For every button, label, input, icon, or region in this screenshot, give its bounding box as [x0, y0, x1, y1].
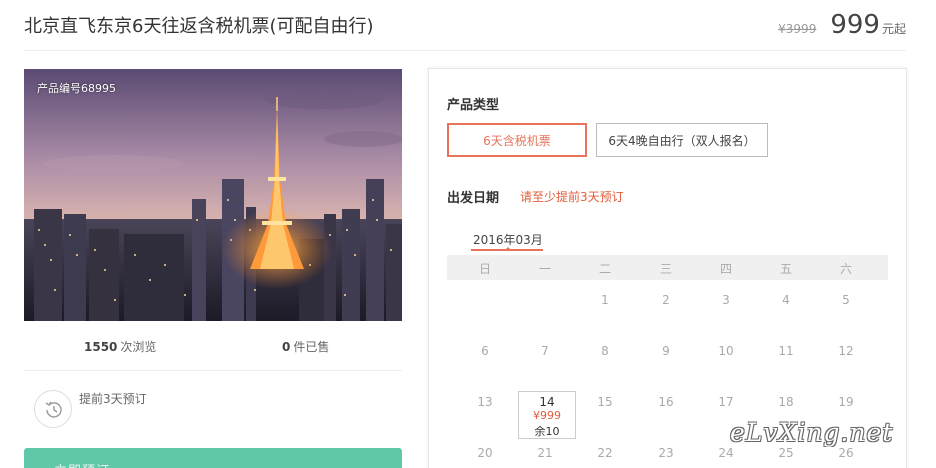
calendar-day: 12 [838, 344, 854, 358]
calendar-day: 15 [597, 395, 613, 409]
product-photo[interactable]: 产品编号68995 [24, 69, 402, 321]
price-unit: 元起 [881, 22, 906, 36]
book-now-button[interactable]: 立即预订 [24, 448, 402, 468]
calendar-day: 23 [658, 446, 674, 460]
advance-booking-text: 提前3天预订 [79, 392, 147, 406]
weekday-tue: 二 [598, 262, 611, 276]
calendar-day: 20 [477, 446, 493, 460]
booking-panel: 产品类型 6天含税机票 6天4晚自由行（双人报名） 出发日期 请至少提前3天预订… [428, 68, 907, 468]
calendar-day: 4 [782, 293, 790, 307]
clock-icon [34, 390, 72, 428]
booking-hint: 请至少提前3天预订 [520, 190, 624, 204]
calendar-day: 17 [718, 395, 734, 409]
month-tab[interactable]: 2016年03月 [473, 231, 543, 248]
calendar-day: 1 [601, 293, 609, 307]
calendar-day: 22 [597, 446, 613, 460]
calendar-day: 13 [477, 395, 493, 409]
day-number: 14 [539, 395, 555, 409]
weekday-header: 日 一 二 三 四 五 六 [447, 255, 888, 280]
page-title: 北京直飞东京6天往返含税机票(可配自由行) [24, 16, 374, 37]
day-price: ¥999 [533, 409, 561, 422]
advance-booking-note: 提前3天预订 [34, 388, 194, 432]
product-type-label: 产品类型 [447, 98, 500, 113]
calendar-day: 5 [842, 293, 850, 307]
calendar-day: 24 [718, 446, 734, 460]
calendar-day: 25 [778, 446, 794, 460]
calendar-day-available[interactable]: 14 ¥999 余10 [518, 391, 576, 439]
weekday-sun: 日 [478, 262, 491, 276]
calendar-day: 8 [601, 344, 609, 358]
departure-date-label: 出发日期 [447, 191, 500, 206]
original-price: ¥3999 [778, 22, 817, 36]
calendar-day: 21 [537, 446, 553, 460]
type-option-freetour[interactable]: 6天4晚自由行（双人报名） [596, 123, 768, 157]
calendar-day: 6 [481, 344, 489, 358]
calendar-day: 2 [662, 293, 670, 307]
weekday-wed: 三 [659, 262, 672, 276]
site-watermark: eLvXing.net [730, 418, 894, 447]
product-number: 产品编号68995 [37, 82, 116, 95]
calendar-day: 18 [778, 395, 794, 409]
current-price: 999 [830, 10, 880, 40]
calendar-day: 3 [722, 293, 730, 307]
view-count: 1550 次浏览 [84, 340, 157, 354]
weekday-sat: 六 [839, 262, 852, 276]
stats-bar: 1550 次浏览 0 件已售 [24, 338, 402, 354]
calendar-day: 16 [658, 395, 674, 409]
day-stock: 余10 [534, 425, 560, 438]
calendar-day: 7 [541, 344, 549, 358]
calendar-day: 9 [662, 344, 670, 358]
stats-divider [24, 370, 402, 371]
header-divider [24, 50, 906, 51]
tokyo-tower-image [24, 69, 402, 321]
month-tab-arrow [504, 247, 512, 251]
calendar-day: 19 [838, 395, 854, 409]
weekday-mon: 一 [538, 262, 551, 276]
weekday-fri: 五 [779, 262, 792, 276]
type-option-ticket[interactable]: 6天含税机票 [447, 123, 587, 157]
calendar-day: 26 [838, 446, 854, 460]
price-block: ¥3999 999 元起 [778, 10, 906, 40]
calendar-day: 10 [718, 344, 734, 358]
book-now-label: 立即预订 [54, 460, 110, 468]
calendar-day: 11 [778, 344, 794, 358]
weekday-thu: 四 [719, 262, 732, 276]
sold-count: 0 件已售 [282, 340, 330, 354]
